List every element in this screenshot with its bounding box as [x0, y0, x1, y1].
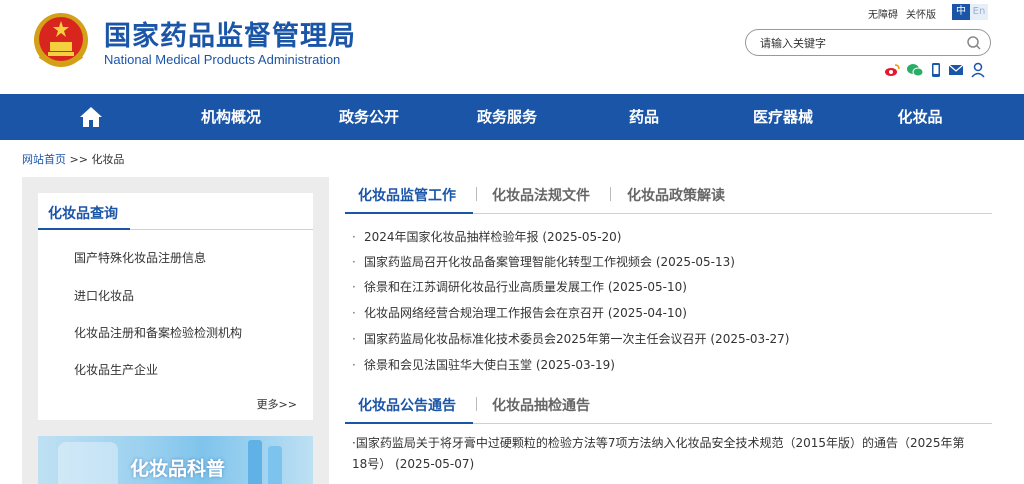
search-input[interactable] — [760, 35, 960, 51]
bullet: · — [352, 306, 356, 320]
breadcrumb-home[interactable]: 网站首页 — [22, 153, 66, 166]
tab-separator — [476, 187, 477, 201]
banner-label: 化妆品科普 — [130, 458, 226, 480]
tab-policy-interpretation[interactable]: 化妆品政策解读 — [627, 185, 725, 205]
nav-item-services[interactable]: 政务服务 — [472, 94, 542, 140]
bullet: · — [352, 280, 356, 294]
title-underline — [38, 228, 130, 230]
breadcrumb-current: 化妆品 — [91, 153, 125, 166]
news-title[interactable]: 徐景和在江苏调研化妆品行业高质量发展工作 — [364, 280, 604, 294]
bullet: · — [352, 230, 356, 244]
cosmetics-query-box: 化妆品查询 国产特殊化妆品注册信息 进口化妆品 化妆品注册和备案检验检测机构 化… — [38, 193, 313, 420]
query-item-imported[interactable]: 进口化妆品 — [74, 287, 134, 304]
news-item[interactable]: · 国家药监局化妆品标准化技术委员会2025年第一次主任会议召开 (2025-03… — [352, 330, 789, 347]
tabs-regulation: 化妆品监管工作 化妆品法规文件 化妆品政策解读 — [345, 185, 992, 215]
top-links: 无障碍 关怀版 — [868, 6, 936, 21]
site-header: 国家药品监督管理局 National Medical Products Admi… — [0, 0, 1024, 94]
wechat-icon[interactable] — [906, 62, 924, 78]
bullet: · — [352, 358, 356, 372]
banner-decoration — [268, 446, 282, 484]
active-tab-underline — [345, 212, 473, 214]
cosmetics-science-banner[interactable]: 化妆品科普 — [38, 436, 313, 484]
search-icon[interactable] — [966, 35, 982, 51]
accessibility-link[interactable]: 无障碍 — [868, 6, 898, 21]
bullet: · — [352, 332, 356, 346]
tab-supervision-work[interactable]: 化妆品监管工作 — [358, 185, 456, 205]
news-date: (2025-05-20) — [542, 230, 622, 244]
email-icon[interactable] — [948, 62, 964, 78]
nav-item-government-affairs[interactable]: 政务公开 — [334, 94, 404, 140]
news-date: (2025-03-27) — [710, 332, 790, 346]
tab-separator — [610, 187, 611, 201]
lang-zh-button[interactable]: 中 — [952, 4, 970, 20]
active-tab-underline — [345, 422, 473, 424]
news-title[interactable]: 2024年国家化妆品抽样检验年报 — [364, 230, 539, 244]
home-icon[interactable] — [78, 106, 104, 128]
national-emblem-logo[interactable] — [30, 10, 92, 72]
news-item[interactable]: · 徐景和会见法国驻华大使白玉堂 (2025-03-19) — [352, 356, 615, 373]
news-title[interactable]: 化妆品网络经营合规治理工作报告会在京召开 — [364, 306, 604, 320]
news-item[interactable]: · 国家药监局召开化妆品备案管理智能化转型工作视频会 (2025-05-13) — [352, 253, 735, 270]
query-item-domestic-special[interactable]: 国产特殊化妆品注册信息 — [74, 249, 206, 266]
news-title[interactable]: 国家药监局化妆品标准化技术委员会2025年第一次主任会议召开 — [364, 332, 707, 346]
language-switch: 中 En — [952, 4, 988, 20]
tab-regulation-documents[interactable]: 化妆品法规文件 — [492, 185, 590, 205]
banner-decoration — [58, 442, 118, 484]
site-subtitle: National Medical Products Administration — [104, 52, 341, 67]
site-title[interactable]: 国家药品监督管理局 — [104, 14, 356, 53]
news-item[interactable]: · 化妆品网络经营合规治理工作报告会在京召开 (2025-04-10) — [352, 304, 687, 321]
more-link[interactable]: 更多>> — [257, 396, 297, 412]
weibo-icon[interactable] — [884, 62, 900, 78]
tab-announcements[interactable]: 化妆品公告通告 — [358, 395, 456, 415]
share-icons — [884, 62, 986, 78]
news-date: (2025-05-13) — [655, 255, 735, 269]
main-nav: 机构概况 政务公开 政务服务 药品 医疗器械 化妆品 — [0, 94, 1024, 140]
lang-en-button[interactable]: En — [970, 4, 988, 20]
nav-item-cosmetics[interactable]: 化妆品 — [894, 94, 946, 140]
user-icon[interactable] — [970, 62, 986, 78]
news-date: (2025-05-07) — [395, 457, 475, 471]
nav-item-about[interactable]: 机构概况 — [196, 94, 266, 140]
news-title[interactable]: 国家药监局召开化妆品备案管理智能化转型工作视频会 — [364, 255, 652, 269]
news-title[interactable]: 徐景和会见法国驻华大使白玉堂 — [364, 358, 532, 372]
care-mode-link[interactable]: 关怀版 — [906, 6, 936, 21]
tab-separator — [476, 397, 477, 411]
query-item-manufacturers[interactable]: 化妆品生产企业 — [74, 361, 158, 378]
query-title: 化妆品查询 — [48, 206, 118, 222]
query-item-testing-agencies[interactable]: 化妆品注册和备案检验检测机构 — [74, 324, 242, 341]
news-item[interactable]: ·国家药监局关于将牙膏中过硬颗粒的检验方法等7项方法纳入化妆品安全技术规范（20… — [352, 433, 972, 475]
breadcrumb: 网站首页 >> 化妆品 — [22, 151, 124, 167]
nav-item-drugs[interactable]: 药品 — [624, 94, 664, 140]
news-date: (2025-05-10) — [607, 280, 687, 294]
tab-inspection-notices[interactable]: 化妆品抽检通告 — [492, 395, 590, 415]
news-date: (2025-03-19) — [535, 358, 615, 372]
nav-item-medical-devices[interactable]: 医疗器械 — [748, 94, 818, 140]
news-item[interactable]: · 2024年国家化妆品抽样检验年报 (2025-05-20) — [352, 228, 621, 245]
banner-decoration — [248, 440, 262, 484]
news-date: (2025-04-10) — [607, 306, 687, 320]
news-item[interactable]: · 徐景和在江苏调研化妆品行业高质量发展工作 (2025-05-10) — [352, 278, 687, 295]
breadcrumb-separator: >> — [69, 153, 88, 166]
search-box — [745, 29, 991, 56]
tabs-announcements: 化妆品公告通告 化妆品抽检通告 — [345, 395, 992, 425]
mobile-icon[interactable] — [930, 62, 942, 78]
bullet: · — [352, 255, 356, 269]
